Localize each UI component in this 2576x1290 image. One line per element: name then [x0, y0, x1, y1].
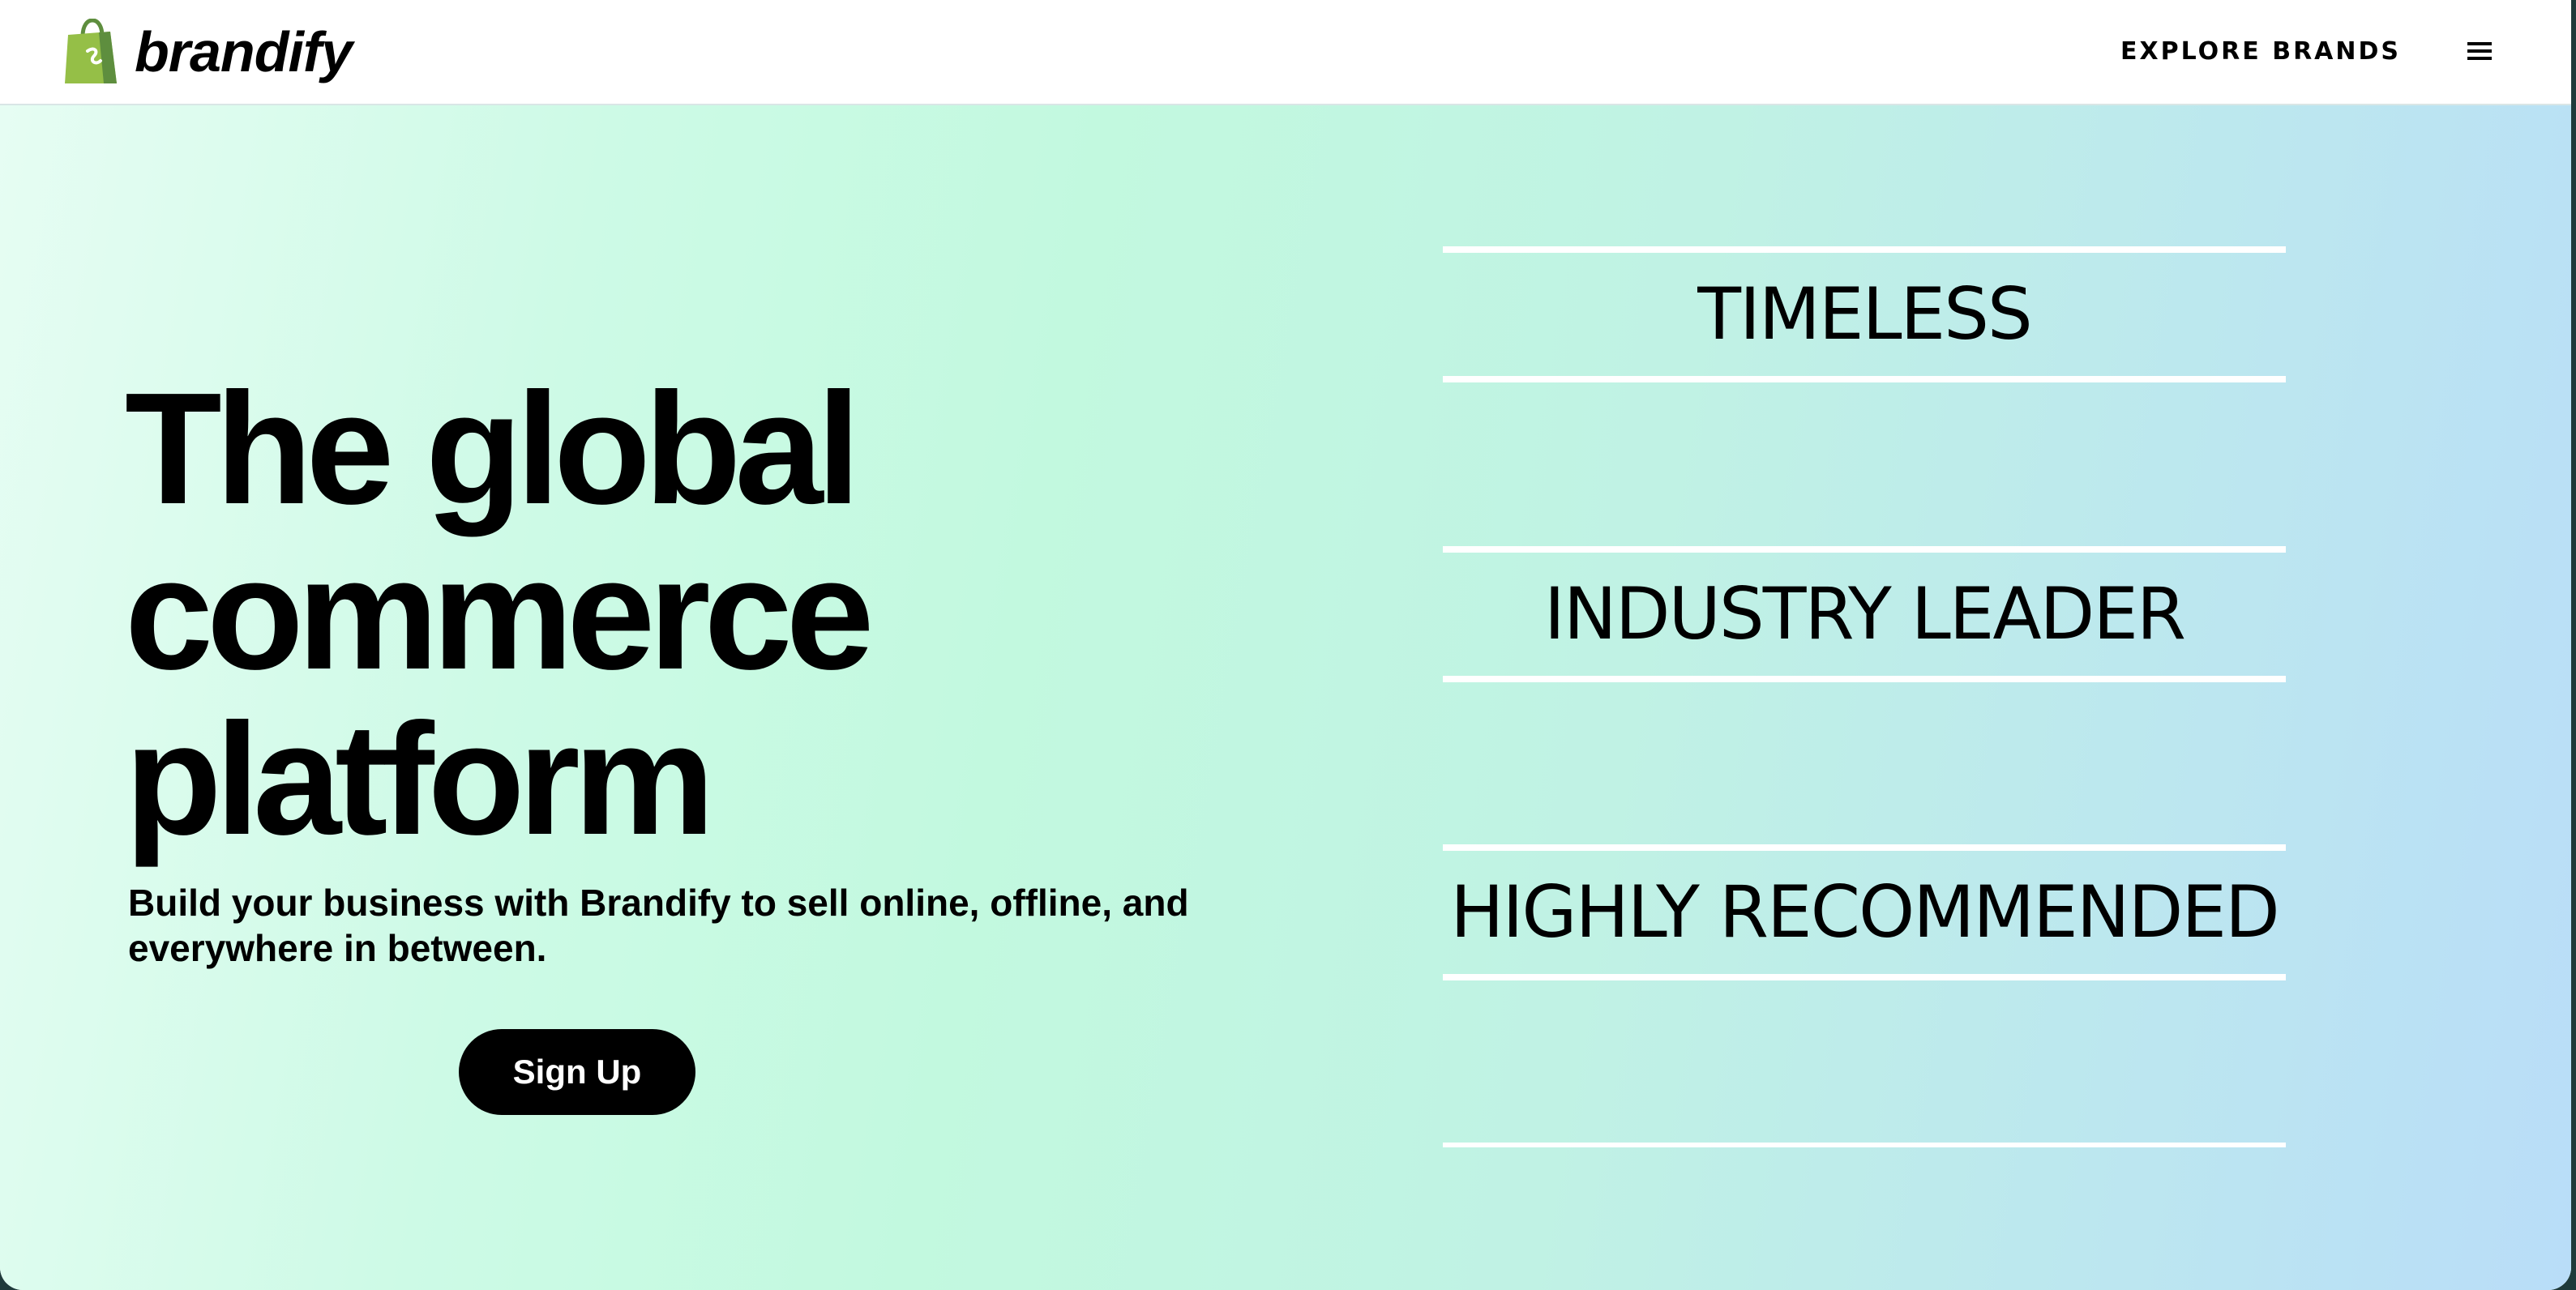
badge-label: INDUSTRY LEADER	[1543, 572, 2186, 656]
explore-brands-link[interactable]: EXPLORE BRANDS	[2120, 36, 2401, 68]
headline-line-1: The global	[125, 360, 861, 537]
headline-line-2: commerce	[125, 525, 875, 703]
badge-label: TIMELESS	[1697, 272, 2033, 356]
hamburger-menu-icon[interactable]	[2466, 37, 2493, 65]
hero-subtext: Build your business with Brandify to sel…	[128, 880, 1328, 971]
top-navbar: brandify EXPLORE BRANDS	[0, 0, 2571, 105]
hero-headline: The global commerce platform	[125, 366, 1260, 862]
badge-divider	[1443, 1143, 2286, 1147]
brand-name: brandify	[135, 20, 353, 83]
badge-highly-recommended: HIGHLY RECOMMENDED	[1443, 844, 2286, 980]
subtext-line-2: everywhere in between.	[128, 927, 547, 969]
shopping-bag-icon	[65, 19, 117, 83]
subtext-line-1: Build your business with Brandify to sel…	[128, 882, 1189, 924]
badge-industry-leader: INDUSTRY LEADER	[1443, 546, 2286, 682]
page: brandify EXPLORE BRANDS The global comme…	[0, 0, 2571, 1290]
headline-line-3: platform	[125, 690, 715, 868]
badge-timeless: TIMELESS	[1443, 246, 2286, 382]
badge-label: HIGHLY RECOMMENDED	[1450, 870, 2279, 954]
brand-logo-link[interactable]: brandify	[63, 18, 353, 86]
sign-up-button[interactable]: Sign Up	[459, 1029, 695, 1115]
